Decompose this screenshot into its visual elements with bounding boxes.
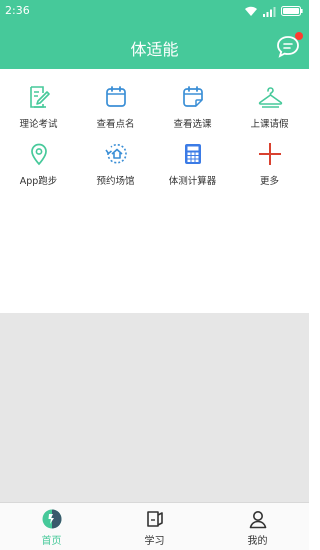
feature-app-running[interactable]: App跑步: [0, 132, 77, 187]
tab-home[interactable]: 首页: [0, 503, 103, 550]
tab-profile[interactable]: 我的: [206, 503, 309, 550]
status-time: 2:36: [5, 4, 30, 17]
feature-label: 上课请假: [250, 119, 289, 130]
page-title: 体适能: [130, 40, 179, 59]
feature-course-selection[interactable]: 查看选课: [154, 75, 231, 130]
wifi-icon: [245, 6, 257, 16]
roll-call-calendar-icon: [102, 83, 130, 111]
tab-study[interactable]: 学习: [103, 503, 206, 550]
feature-label: App跑步: [19, 176, 58, 187]
home-icon: [41, 508, 63, 530]
feature-leave-request[interactable]: 上课请假: [231, 75, 308, 130]
leave-hanger-icon: [256, 83, 284, 111]
feature-label: 理论考试: [19, 119, 58, 130]
plus-icon: [256, 140, 284, 168]
signal-icon: [263, 6, 276, 17]
feature-venue-booking[interactable]: 预约场馆: [77, 132, 154, 187]
unread-badge: [295, 32, 303, 40]
venue-booking-icon: [102, 140, 130, 168]
user-icon: [247, 508, 269, 530]
battery-icon: [281, 6, 303, 16]
feature-label: 体测计算器: [168, 176, 217, 187]
message-button[interactable]: [275, 32, 303, 58]
location-pin-icon: [25, 140, 53, 168]
exam-edit-icon: [25, 83, 53, 111]
course-selection-calendar-icon: [179, 83, 207, 111]
status-bar: 2:36: [0, 0, 309, 22]
feature-more[interactable]: 更多: [231, 132, 308, 187]
feature-theory-exam[interactable]: 理论考试: [0, 75, 77, 130]
tab-label: 我的: [247, 536, 268, 547]
feature-grid: 理论考试 查看点名 查看选课 上课请假 App跑步 预约场馆 体测计算器 更多: [0, 69, 309, 189]
feature-label: 预约场馆: [96, 176, 135, 187]
status-icons: [244, 4, 303, 18]
feature-roll-call[interactable]: 查看点名: [77, 75, 154, 130]
feature-label: 查看点名: [96, 119, 135, 130]
study-icon: [144, 508, 166, 530]
app-header: 2:36 体适能: [0, 0, 309, 69]
tab-label: 学习: [144, 536, 165, 547]
feature-fitness-calculator[interactable]: 体测计算器: [154, 132, 231, 187]
bottom-tab-bar: 首页 学习 我的: [0, 502, 309, 550]
content-placeholder-area: [0, 313, 309, 502]
tab-label: 首页: [41, 536, 62, 547]
feature-label: 查看选课: [173, 119, 212, 130]
calculator-icon: [179, 140, 207, 168]
feature-label: 更多: [259, 176, 279, 187]
